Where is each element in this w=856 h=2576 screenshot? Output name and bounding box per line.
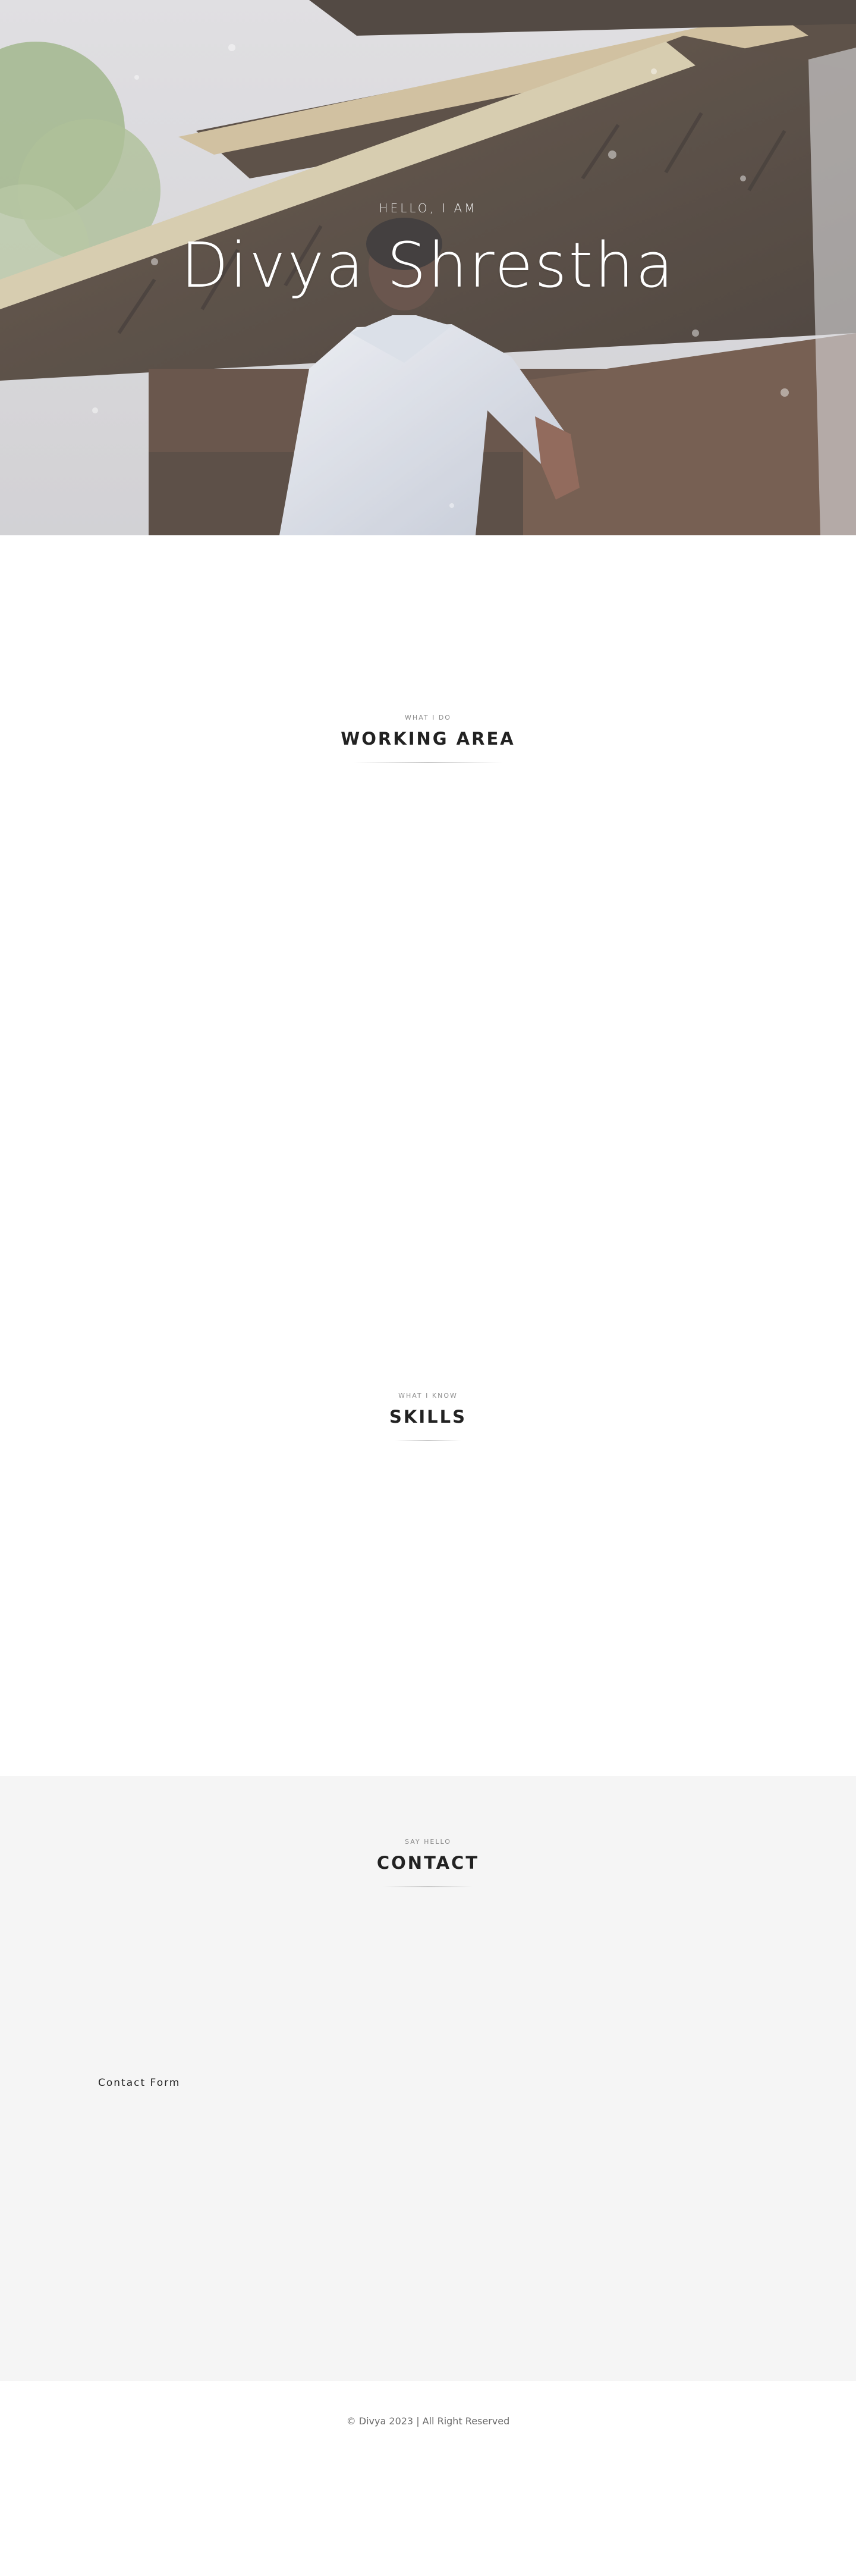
footer: © Divya 2023 | All Right Reserved [0, 2381, 856, 2576]
skills-section: WHAT I KNOW SKILLS [0, 1213, 856, 1776]
working-area-header: WHAT I DO WORKING AREA [0, 714, 856, 763]
footer-copyright: © Divya 2023 | All Right Reserved [346, 2415, 510, 2427]
skills-title: SKILLS [389, 1407, 467, 1427]
skills-header: WHAT I KNOW SKILLS [0, 1392, 856, 1441]
hero-name: Divya Shrestha [181, 229, 675, 302]
contact-form-label: Contact Form [98, 2077, 181, 2089]
working-area-kicker: WHAT I DO [405, 714, 451, 721]
skills-kicker: WHAT I KNOW [398, 1392, 458, 1400]
contact-divider [383, 1886, 473, 1887]
hero-greeting: HELLO, I AM [379, 201, 477, 215]
contact-kicker: SAY HELLO [405, 1838, 451, 1846]
working-area-section: WHAT I DO WORKING AREA [0, 535, 856, 1213]
working-area-title: WORKING AREA [341, 729, 515, 749]
working-area-divider [354, 762, 502, 763]
hero-section: HELLO, I AM Divya Shrestha [0, 0, 856, 535]
contact-header: SAY HELLO CONTACT [0, 1838, 856, 1887]
contact-section: SAY HELLO CONTACT Contact Form [0, 1776, 856, 2381]
skills-divider [395, 1440, 461, 1441]
contact-title: CONTACT [376, 1853, 480, 1873]
